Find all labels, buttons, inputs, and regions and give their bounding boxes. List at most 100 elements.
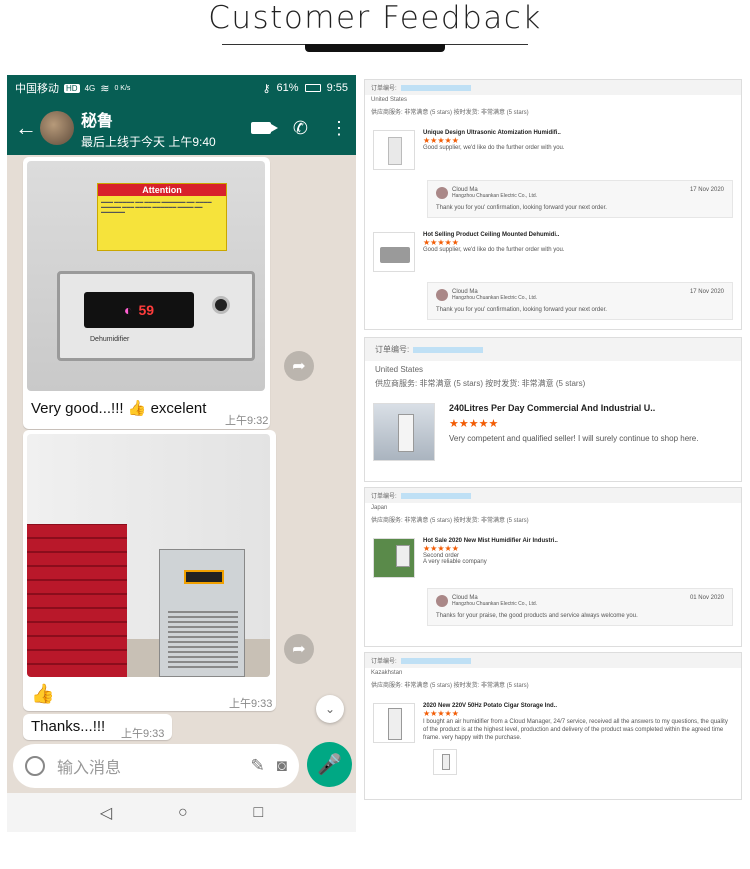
star-rating: ★★★★★: [449, 418, 499, 430]
title-accent-bar: [305, 44, 445, 52]
chat-header: ← 秘鲁最后上线于今天 上午9:40 ✆ ⋮: [7, 101, 356, 155]
control-panel: ◐ 59 Dehumidifier: [57, 271, 255, 361]
message-bubble[interactable]: Thanks...!!! 上午9:33: [23, 714, 172, 740]
order-label: 订单编号:: [375, 345, 410, 354]
product-thumbnail[interactable]: [373, 232, 415, 272]
panel-display: ◐ 59: [84, 292, 194, 328]
order-number-blurred: [400, 493, 471, 500]
country: Japan: [371, 505, 388, 511]
seller-reply: Cloud Ma Hangzhou Chuankan Electric Co., …: [427, 180, 733, 218]
review-meta: 供应商服务: 非常满意 (5 stars) 按时发货: 非常满意 (5 star…: [371, 518, 529, 524]
reply-date: 01 Nov 2020: [689, 595, 724, 601]
status-bar: 中国移动 HD 4G ≋ 0 K/s ⚷ 61% 9:55: [7, 75, 356, 101]
camera-icon[interactable]: ◙: [277, 756, 287, 776]
message-time: 上午9:33: [121, 728, 165, 740]
seller-company: Hangzhou Chuankan Electric Co., Ltd.: [452, 295, 538, 301]
review-comment: Very competent and qualified seller! I w…: [449, 434, 699, 443]
nav-recents-icon[interactable]: □: [253, 804, 263, 822]
carrier: 中国移动: [15, 83, 59, 95]
panel-knob: [212, 296, 230, 314]
order-number-blurred: [413, 346, 484, 353]
label-title: Attention: [98, 184, 226, 196]
red-crates: [27, 524, 127, 677]
unit-grille: [168, 608, 238, 668]
battery-level: 61%: [276, 82, 299, 94]
review-meta: 供应商服务: 非常满意 (5 stars) 按时发货: 非常满意 (5 star…: [371, 110, 529, 116]
display-value: 59: [138, 302, 155, 318]
message-image-bubble[interactable]: Attention ▬▬▬ ▬▬▬▬▬ ▬▬ ▬▬▬▬ ▬▬▬▬▬▬ ▬▬ ▬▬▬…: [23, 157, 270, 429]
video-call-icon[interactable]: [250, 122, 278, 134]
reply-date: 17 Nov 2020: [689, 187, 724, 193]
star-rating: ★★★★★: [423, 136, 459, 145]
dehumidifier-unit: [159, 549, 245, 677]
message-text: Very good...!!! 👍 excelent: [31, 400, 207, 417]
seller-avatar: [436, 289, 448, 301]
nav-home-icon[interactable]: ○: [178, 804, 188, 822]
warehouse-photo[interactable]: [27, 434, 270, 677]
attention-label: Attention ▬▬▬ ▬▬▬▬▬ ▬▬ ▬▬▬▬ ▬▬▬▬▬▬ ▬▬ ▬▬▬…: [97, 183, 227, 251]
mic-button[interactable]: 🎤: [307, 742, 352, 787]
review-card: 订单编号: Japan 供应商服务: 非常满意 (5 stars) 按时发货: …: [364, 487, 742, 647]
message-time: 上午9:32: [225, 415, 269, 427]
product-thumbnail[interactable]: [373, 130, 415, 170]
reply-text: Thanks for your praise, the good product…: [436, 613, 638, 619]
message-input-bar[interactable]: 输入消息 ✎ ◙: [13, 744, 299, 788]
star-rating: ★★★★★: [423, 709, 459, 718]
forward-icon[interactable]: ➦: [284, 634, 314, 664]
review-comment: I bought an air humidifier from a Cloud …: [423, 719, 728, 741]
order-label: 订单编号:: [371, 494, 397, 500]
review-comment: Second order A very reliable company: [423, 553, 487, 565]
message-time: 上午9:33: [229, 698, 273, 710]
seller-avatar: [436, 595, 448, 607]
seller-company: Hangzhou Chuankan Electric Co., Ltd.: [452, 193, 538, 199]
hd-badge: HD: [64, 83, 80, 93]
review-meta: 供应商服务: 非常满意 (5 stars) 按时发货: 非常满意 (5 star…: [371, 683, 529, 689]
net-speed: 0 K/s: [114, 84, 131, 92]
more-menu-icon[interactable]: ⋮: [330, 118, 348, 139]
reply-date: 17 Nov 2020: [689, 289, 724, 295]
page-title: Customer Feedback: [208, 0, 542, 36]
country: United States: [371, 97, 408, 103]
message-input[interactable]: 输入消息: [57, 754, 238, 778]
reply-text: Thank you for you' confirmation, looking…: [436, 307, 607, 313]
emoji-icon[interactable]: [25, 756, 45, 776]
review-comment: Good supplier, we'd like do the further …: [423, 247, 565, 253]
review-photo-thumbnail[interactable]: [433, 749, 457, 775]
product-thumbnail[interactable]: [373, 538, 415, 578]
product-thumbnail[interactable]: [373, 403, 435, 461]
country: United States: [375, 365, 424, 374]
unit-display: [184, 570, 224, 584]
nav-back-icon[interactable]: ◁: [100, 803, 112, 823]
avatar[interactable]: [40, 111, 74, 145]
review-card: 订单编号: United States 供应商服务: 非常满意 (5 stars…: [364, 337, 742, 482]
forward-icon[interactable]: ➦: [284, 351, 314, 381]
dehumidifier-panel-photo[interactable]: Attention ▬▬▬ ▬▬▬▬▬ ▬▬ ▬▬▬▬ ▬▬▬▬▬▬ ▬▬ ▬▬▬…: [27, 161, 265, 391]
review-card: 订单编号: Kazakhstan 供应商服务: 非常满意 (5 stars) 按…: [364, 652, 742, 800]
scroll-down-button[interactable]: ⌄: [316, 695, 344, 723]
message-text: Thanks...!!!: [31, 718, 106, 735]
clock: 9:55: [326, 82, 348, 94]
product-thumbnail[interactable]: [373, 703, 415, 743]
panel-brand: Dehumidifier: [90, 336, 130, 343]
key-icon: ⚷: [262, 82, 271, 95]
review-item: Hot Selling Product Ceiling Mounted Dehu…: [365, 226, 741, 278]
last-seen: 最后上线于今天 上午9:40: [81, 134, 216, 149]
star-rating: ★★★★★: [423, 544, 459, 553]
message-list: Attention ▬▬▬ ▬▬▬▬▬ ▬▬ ▬▬▬▬ ▬▬▬▬▬▬ ▬▬ ▬▬▬…: [7, 155, 356, 755]
order-label: 订单编号:: [371, 86, 397, 92]
contact-name[interactable]: 秘鲁: [81, 107, 251, 131]
wifi-icon: ≋: [100, 82, 110, 95]
star-rating: ★★★★★: [423, 238, 459, 247]
review-meta: 供应商服务: 非常满意 (5 stars) 按时发货: 非常满意 (5 star…: [375, 379, 586, 388]
thumbs-up-emoji: 👍: [31, 684, 55, 705]
attach-icon[interactable]: ✎: [250, 756, 264, 776]
back-arrow-icon[interactable]: ←: [15, 115, 37, 141]
message-image-bubble[interactable]: 👍 上午9:33: [23, 430, 276, 711]
country: Kazakhstan: [371, 670, 403, 676]
review-item: 2020 New 220V 50Hz Potato Cigar Storage …: [365, 697, 741, 749]
seller-company: Hangzhou Chuankan Electric Co., Ltd.: [452, 601, 538, 607]
chat-screenshot: 中国移动 HD 4G ≋ 0 K/s ⚷ 61% 9:55 ← 秘鲁 最后上线于今天 上午9:…: [7, 75, 356, 832]
product-title[interactable]: 240Litres Per Day Commercial And Industr…: [449, 403, 698, 413]
review-item: Unique Design Ultrasonic Atomization Hum…: [365, 124, 741, 176]
phone-call-icon[interactable]: ✆: [293, 118, 308, 139]
